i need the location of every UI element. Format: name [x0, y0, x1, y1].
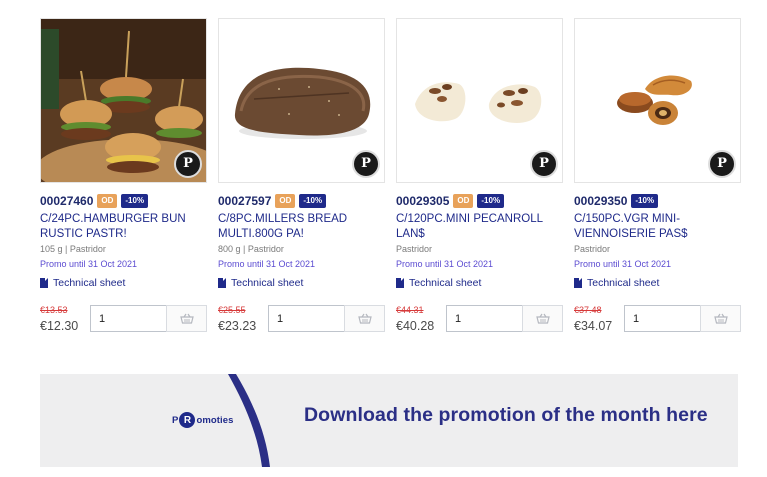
- technical-sheet-link[interactable]: Technical sheet: [218, 277, 385, 289]
- product-card: 00027460 OD -10% C/24PC.HAMBURGER BUN RU…: [40, 18, 207, 333]
- discount-badge: -10%: [631, 194, 659, 208]
- basket-icon: [179, 313, 194, 324]
- pastridor-logo-icon: [530, 150, 558, 178]
- product-image[interactable]: [218, 18, 385, 183]
- product-code: 00027460: [40, 194, 94, 208]
- product-code: 00029350: [574, 194, 628, 208]
- promo-text: Promo until 31 Oct 2021: [40, 259, 138, 269]
- product-grid: 00027460 OD -10% C/24PC.HAMBURGER BUN RU…: [40, 18, 741, 338]
- technical-sheet-label: Technical sheet: [53, 277, 126, 289]
- product-name[interactable]: C/120PC.MINI PECANROLL LAN$: [396, 212, 563, 242]
- add-to-cart-button[interactable]: [522, 305, 563, 332]
- quantity-input[interactable]: [90, 305, 166, 332]
- logo-text-pre: P: [172, 414, 179, 426]
- buy-row: €25.55 €23.23: [218, 305, 385, 335]
- product-code: 00027597: [218, 194, 272, 208]
- basket-icon: [357, 313, 372, 324]
- promotion-banner[interactable]: P R omoties Download the promotion of th…: [40, 374, 738, 467]
- old-price: €13.53: [40, 305, 68, 315]
- product-card: 00029350 -10% C/150PC.VGR MINI-VIENNOISE…: [574, 18, 741, 333]
- product-image[interactable]: [574, 18, 741, 183]
- product-card: 00029305 OD -10% C/120PC.MINI PECANROLL …: [396, 18, 563, 333]
- pastridor-logo-icon: [174, 150, 202, 178]
- technical-sheet-link[interactable]: Technical sheet: [396, 277, 563, 289]
- product-image[interactable]: [40, 18, 207, 183]
- add-to-cart-button[interactable]: [344, 305, 385, 332]
- banner-title[interactable]: Download the promotion of the month here: [304, 404, 708, 427]
- product-name[interactable]: C/8PC.MILLERS BREAD MULTI.800G PA!: [218, 212, 385, 242]
- technical-sheet-label: Technical sheet: [409, 277, 482, 289]
- od-badge: OD: [453, 194, 474, 208]
- od-badge: OD: [275, 194, 296, 208]
- technical-sheet-link[interactable]: Technical sheet: [40, 277, 207, 289]
- product-code: 00029305: [396, 194, 450, 208]
- old-price: €44.31: [396, 305, 424, 315]
- old-price: €37.48: [574, 305, 602, 315]
- pdf-icon: [574, 278, 582, 288]
- basket-icon: [535, 313, 550, 324]
- promo-text: Promo until 31 Oct 2021: [574, 259, 672, 269]
- product-card: 00027597 OD -10% C/8PC.MILLERS BREAD MUL…: [218, 18, 385, 333]
- add-to-cart-button[interactable]: [166, 305, 207, 332]
- product-meta: Pastridor: [396, 244, 433, 254]
- promoties-logo: P R omoties: [172, 412, 234, 428]
- product-code-row: 00029350 -10%: [574, 193, 741, 209]
- technical-sheet-label: Technical sheet: [587, 277, 660, 289]
- new-price: €23.23: [218, 319, 257, 333]
- new-price: €34.07: [574, 319, 613, 333]
- pdf-icon: [40, 278, 48, 288]
- od-badge: OD: [97, 194, 118, 208]
- product-meta: Pastridor: [574, 244, 611, 254]
- product-name[interactable]: C/24PC.HAMBURGER BUN RUSTIC PASTR!: [40, 212, 207, 242]
- pastridor-logo-icon: [352, 150, 380, 178]
- add-to-cart-button[interactable]: [700, 305, 741, 332]
- quantity-input[interactable]: [268, 305, 344, 332]
- buy-row: €13.53 €12.30: [40, 305, 207, 335]
- logo-text-post: omoties: [196, 414, 234, 426]
- discount-badge: -10%: [121, 194, 149, 208]
- promo-text: Promo until 31 Oct 2021: [396, 259, 494, 269]
- pastridor-logo-icon: [708, 150, 736, 178]
- product-code-row: 00027460 OD -10%: [40, 193, 207, 209]
- product-name[interactable]: C/150PC.VGR MINI-VIENNOISERIE PAS$: [574, 212, 741, 242]
- old-price: €25.55: [218, 305, 246, 315]
- technical-sheet-label: Technical sheet: [231, 277, 304, 289]
- pdf-icon: [396, 278, 404, 288]
- product-meta: 105 g | Pastridor: [40, 244, 106, 254]
- discount-badge: -10%: [299, 194, 327, 208]
- buy-row: €44.31 €40.28: [396, 305, 563, 335]
- basket-icon: [713, 313, 728, 324]
- technical-sheet-link[interactable]: Technical sheet: [574, 277, 741, 289]
- product-code-row: 00029305 OD -10%: [396, 193, 563, 209]
- buy-row: €37.48 €34.07: [574, 305, 741, 335]
- promo-text: Promo until 31 Oct 2021: [218, 259, 316, 269]
- product-image[interactable]: [396, 18, 563, 183]
- new-price: €40.28: [396, 319, 435, 333]
- new-price: €12.30: [40, 319, 79, 333]
- logo-letter-icon: R: [179, 412, 196, 428]
- pdf-icon: [218, 278, 226, 288]
- quantity-input[interactable]: [624, 305, 700, 332]
- quantity-input[interactable]: [446, 305, 522, 332]
- product-meta: 800 g | Pastridor: [218, 244, 284, 254]
- product-code-row: 00027597 OD -10%: [218, 193, 385, 209]
- discount-badge: -10%: [477, 194, 505, 208]
